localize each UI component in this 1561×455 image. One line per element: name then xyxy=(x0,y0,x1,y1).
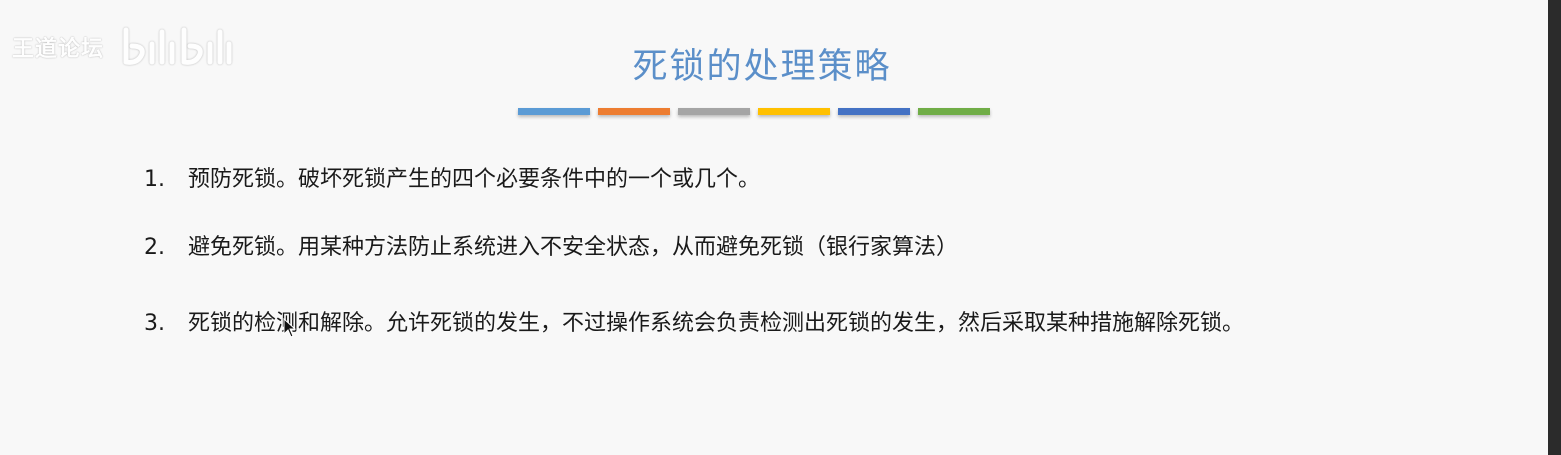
slide-title: 死锁的处理策略 xyxy=(632,47,892,87)
color-bar-2 xyxy=(598,108,670,115)
title-color-bars xyxy=(518,108,990,115)
mouse-cursor-icon xyxy=(283,318,297,338)
color-bar-1 xyxy=(518,108,590,115)
list-item: 2. 避免死锁。用某种方法防止系统进入不安全状态，从而避免死锁（银行家算法） xyxy=(144,232,1458,264)
list-item: 3. 死锁的检测和解除。允许死锁的发生，不过操作系统会负责检测出死锁的发生，然后… xyxy=(144,308,1458,340)
list-item-number: 1. xyxy=(144,167,165,192)
list-item-number: 2. xyxy=(144,235,165,260)
list-item-number: 3. xyxy=(144,311,165,336)
color-bar-5 xyxy=(838,108,910,115)
color-bar-6 xyxy=(918,108,990,115)
color-bar-3 xyxy=(678,108,750,115)
color-bar-4 xyxy=(758,108,830,115)
slide: 王道论坛 死锁的处理策略 1. 预防死锁。破坏死锁产生的四个必要条件中的一个或几 xyxy=(0,0,1548,455)
list-item-text: 预防死锁。破坏死锁产生的四个必要条件中的一个或几个。 xyxy=(188,167,761,192)
list-item-text: 避免死锁。用某种方法防止系统进入不安全状态，从而避免死锁（银行家算法） xyxy=(188,235,959,260)
window-right-edge xyxy=(1548,0,1561,455)
list-item: 1. 预防死锁。破坏死锁产生的四个必要条件中的一个或几个。 xyxy=(144,164,1458,196)
list-item-text: 死锁的检测和解除。允许死锁的发生，不过操作系统会负责检测出死锁的发生，然后采取某… xyxy=(188,311,1245,336)
